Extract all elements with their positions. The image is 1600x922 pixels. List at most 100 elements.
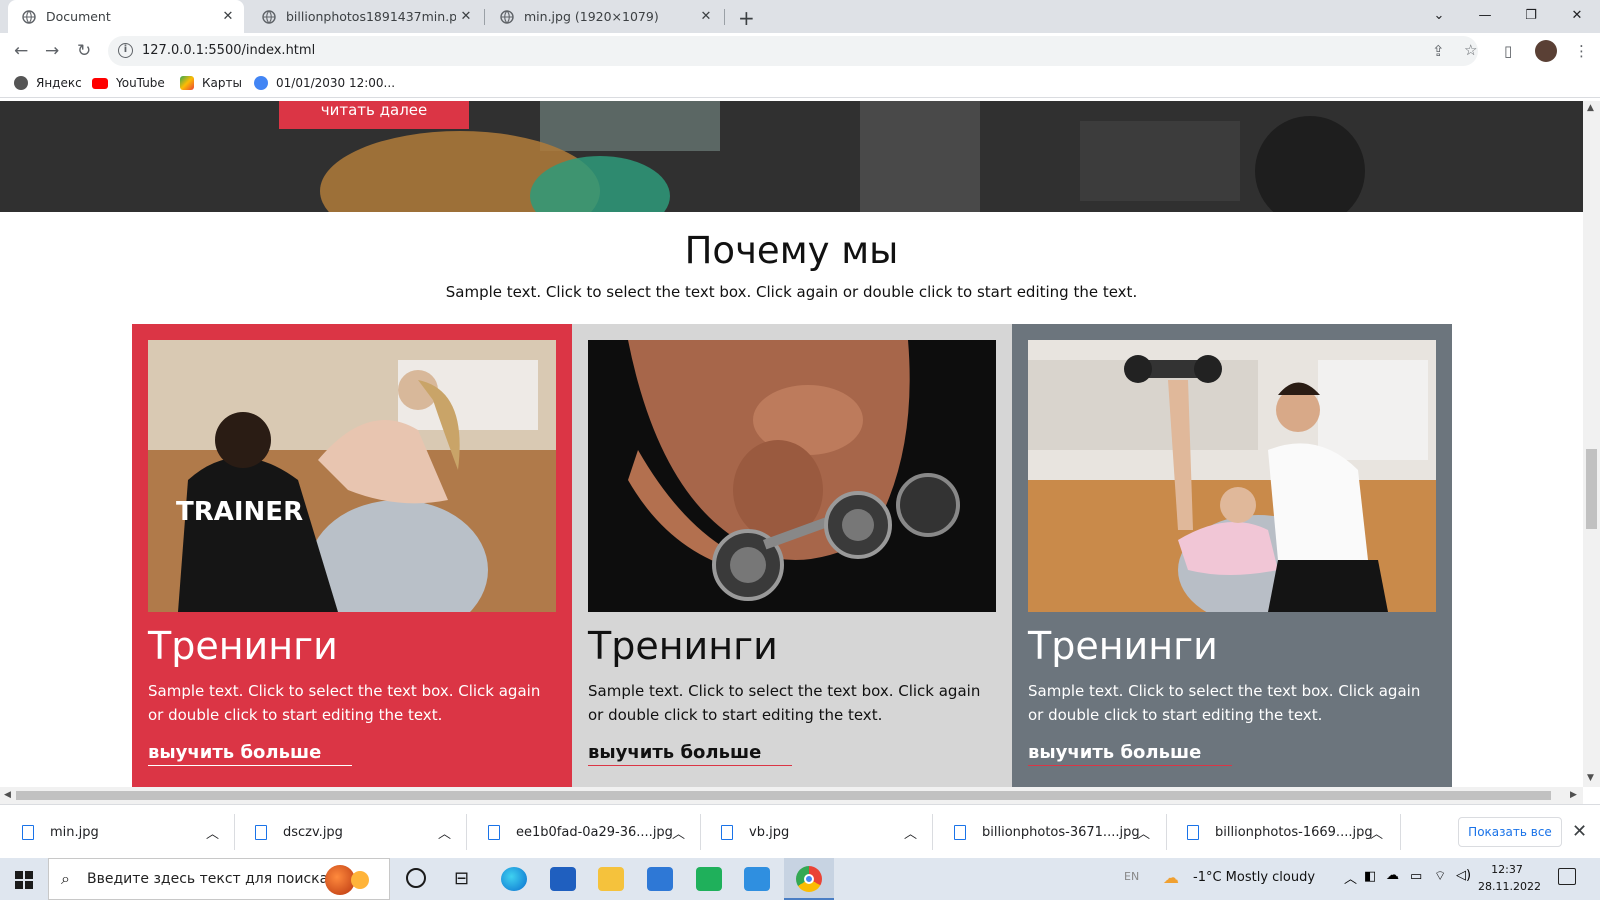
tray-app-icon[interactable]: ◧: [1364, 869, 1376, 884]
tab-billionphotos[interactable]: billionphotos1891437min.png (8 ✕: [248, 0, 482, 33]
bookmark-maps[interactable]: Карты: [180, 76, 242, 90]
bookmarks-bar: Яндекс YouTube Карты 01/01/2030 12:00...: [0, 69, 1600, 98]
card-title: Тренинги: [148, 624, 338, 668]
download-item[interactable]: ee1b0fad-0a29-36....jpg: [488, 818, 673, 846]
page-viewport: читать далее Почему мы Sample text. Clic…: [0, 101, 1583, 787]
menu-kebab-icon[interactable]: ⋮: [1574, 42, 1589, 60]
horizontal-scroll-thumb[interactable]: [16, 791, 1551, 800]
vscode-icon[interactable]: [744, 867, 770, 891]
section-subtitle: Sample text. Click to select the text bo…: [445, 283, 1138, 301]
address-bar[interactable]: i 127.0.0.1:5500/index.html ⇪ ☆: [108, 36, 1478, 66]
download-options-chevron-icon[interactable]: ︿: [904, 818, 917, 846]
bookmark-youtube[interactable]: YouTube: [92, 76, 165, 90]
cortana-icon[interactable]: [406, 868, 426, 888]
close-tab-icon[interactable]: ✕: [456, 9, 476, 24]
profile-avatar[interactable]: [1535, 40, 1557, 62]
back-icon[interactable]: ←: [14, 41, 28, 61]
download-item[interactable]: dsczv.jpg: [255, 818, 343, 846]
chrome-icon-center: [804, 874, 814, 884]
scroll-right-arrow-icon[interactable]: ▶: [1570, 790, 1577, 800]
file-icon: [954, 824, 966, 840]
show-all-downloads-button[interactable]: Показать все: [1458, 817, 1562, 847]
download-options-chevron-icon[interactable]: ︿: [1370, 818, 1383, 846]
tab-strip: Document ✕ billionphotos1891437min.png (…: [0, 0, 1600, 33]
download-item[interactable]: billionphotos-3671....jpg: [954, 818, 1140, 846]
download-options-chevron-icon[interactable]: ︿: [672, 818, 685, 846]
feature-card: Тренинги Sample text. Click to select th…: [572, 324, 1012, 787]
edge-icon[interactable]: [501, 867, 527, 891]
learn-more-link[interactable]: выучить больше: [148, 742, 352, 766]
cloud-icon[interactable]: ☁: [1386, 868, 1399, 883]
windows-start-icon[interactable]: [15, 871, 33, 889]
tab-min-jpg[interactable]: min.jpg (1920×1079) ✕: [486, 0, 722, 33]
youtube-icon: [92, 77, 108, 89]
taskbar-search-box[interactable]: ⌕ Введите здесь текст для поиска: [48, 858, 390, 900]
file-icon: [1187, 824, 1199, 840]
download-item[interactable]: vb.jpg: [721, 818, 789, 846]
scroll-left-arrow-icon[interactable]: ◀: [4, 790, 11, 800]
bookmark-label: Карты: [202, 76, 242, 90]
app-icon[interactable]: [696, 867, 722, 891]
restore-button[interactable]: ❐: [1508, 0, 1554, 33]
hero-banner: читать далее: [0, 101, 1583, 212]
close-tab-icon[interactable]: ✕: [696, 9, 716, 24]
download-item[interactable]: billionphotos-1669....jpg: [1187, 818, 1373, 846]
gym-coach-photo: [1028, 340, 1436, 612]
download-item[interactable]: min.jpg: [22, 818, 99, 846]
read-more-button[interactable]: читать далее: [279, 101, 469, 129]
close-tab-icon[interactable]: ✕: [218, 9, 238, 24]
chrome-taskbar-button[interactable]: [784, 858, 834, 900]
task-view-icon[interactable]: ⊟: [454, 868, 469, 889]
learn-more-link[interactable]: выучить больше: [1028, 742, 1232, 766]
vertical-scrollbar[interactable]: ▲ ▼: [1583, 101, 1600, 787]
bookmark-date[interactable]: 01/01/2030 12:00...: [254, 76, 395, 90]
divider: [1166, 814, 1167, 850]
forward-icon[interactable]: →: [45, 41, 59, 61]
file-explorer-icon[interactable]: [598, 867, 624, 891]
card-text: Sample text. Click to select the text bo…: [1028, 682, 1421, 724]
learn-more-link[interactable]: выучить больше: [588, 742, 792, 766]
divider: [932, 814, 933, 850]
scroll-down-arrow-icon[interactable]: ▼: [1587, 773, 1594, 783]
download-bar: min.jpg ︿ dsczv.jpg ︿ ee1b0fad-0a29-36..…: [0, 804, 1600, 858]
battery-icon[interactable]: ▭: [1410, 869, 1422, 884]
close-download-bar-icon[interactable]: ✕: [1572, 821, 1587, 842]
reload-icon[interactable]: ↻: [77, 41, 91, 61]
share-icon[interactable]: ⇪: [1432, 42, 1445, 60]
close-window-button[interactable]: ✕: [1554, 0, 1600, 33]
search-placeholder: Введите здесь текст для поиска: [87, 871, 329, 887]
hero-background-image: [0, 101, 1583, 212]
side-panel-icon[interactable]: ▯: [1504, 42, 1512, 60]
download-options-chevron-icon[interactable]: ︿: [206, 818, 219, 846]
language-indicator[interactable]: EN: [1124, 870, 1139, 912]
card-title: Тренинги: [588, 624, 778, 668]
wifi-icon[interactable]: ⌔: [1434, 868, 1446, 884]
card-text: Sample text. Click to select the text bo…: [588, 682, 981, 724]
minimize-button[interactable]: —: [1462, 0, 1508, 33]
scroll-up-arrow-icon[interactable]: ▲: [1587, 103, 1594, 113]
tray-chevron-icon[interactable]: ︿: [1344, 868, 1357, 887]
windows-taskbar: ⌕ Введите здесь текст для поиска ⊟ EN ☁ …: [0, 858, 1600, 900]
bodybuilder-photo: [588, 340, 996, 612]
download-options-chevron-icon[interactable]: ︿: [438, 818, 451, 846]
bookmark-star-icon[interactable]: ☆: [1464, 41, 1477, 59]
new-tab-button[interactable]: +: [738, 6, 755, 30]
tab-document[interactable]: Document ✕: [8, 0, 244, 33]
mail-icon[interactable]: [647, 867, 673, 891]
weather-text[interactable]: -1°C Mostly cloudy: [1193, 870, 1315, 912]
vertical-scroll-thumb[interactable]: [1586, 449, 1597, 529]
volume-icon[interactable]: ◁): [1456, 868, 1471, 883]
site-info-icon[interactable]: i: [118, 43, 133, 58]
tab-search-icon[interactable]: ⌄: [1416, 0, 1462, 33]
store-icon[interactable]: [550, 867, 576, 891]
tab-title: billionphotos1891437min.png (8: [286, 9, 456, 24]
divider: [234, 814, 235, 850]
url-text[interactable]: 127.0.0.1:5500/index.html: [142, 43, 315, 58]
clock-date[interactable]: 28.11.2022: [1478, 880, 1541, 922]
bookmark-yandex[interactable]: Яндекс: [14, 76, 82, 90]
notifications-icon[interactable]: [1558, 868, 1576, 885]
download-options-chevron-icon[interactable]: ︿: [1137, 818, 1150, 846]
divider: [700, 814, 701, 850]
feature-card: TRAINER Тренинги Sample text. Click to s…: [132, 324, 572, 787]
tab-title: min.jpg (1920×1079): [524, 9, 659, 24]
